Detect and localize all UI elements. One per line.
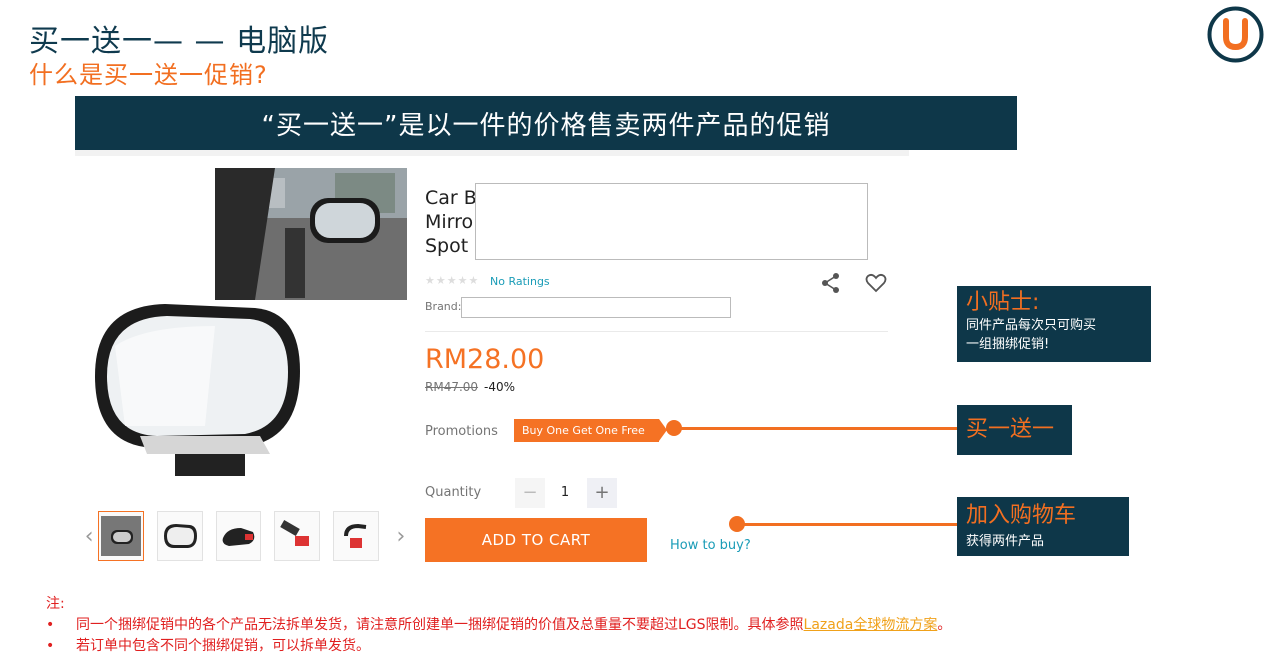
current-price: RM28.00 (425, 344, 545, 375)
note-2-text: 若订单中包含不同个捆绑促销，可以拆单发货。 (76, 638, 370, 654)
note-1-end: 。 (937, 617, 952, 633)
quantity-label: Quantity (425, 485, 482, 500)
discount-percent: -40% (484, 380, 516, 394)
promo-badge[interactable]: Buy One Get One Free (514, 419, 667, 442)
note-1-text: 同一个捆绑促销中的各个产品无法拆单发货，请注意所创建单一捆绑促销的价值及总重量不… (76, 617, 804, 633)
u-logo-icon (1207, 6, 1264, 63)
share-icon[interactable] (821, 272, 841, 294)
how-to-buy-link[interactable]: How to buy? (670, 538, 751, 553)
bullet: • (46, 638, 55, 654)
promo-banner: “买一送一”是以一件的价格售卖两件产品的促销 (75, 96, 1017, 150)
thumbnail-2[interactable] (156, 511, 203, 561)
quantity-input[interactable]: 1 (553, 478, 577, 508)
thumbnail-1[interactable] (98, 511, 144, 561)
divider (425, 331, 888, 332)
tip-body-line-1: 同件产品每次只可购买 (966, 318, 1097, 333)
connector-line-cart (737, 523, 957, 526)
rating-link[interactable]: No Ratings (490, 275, 550, 288)
thumbnail-4[interactable] (274, 511, 321, 561)
page-title: 买一送一— — 电脑版 (29, 24, 330, 59)
connector-line-promo (674, 427, 957, 430)
quantity-increase-button[interactable]: + (587, 478, 617, 508)
tip-body-line-2: 一组捆绑促销! (966, 337, 1050, 352)
cart-callout-body: 获得两件产品 (966, 534, 1045, 549)
bogo-callout: 买一送一 (957, 405, 1072, 455)
add-to-cart-callout: 加入购物车 获得两件产品 (957, 497, 1129, 556)
rating-stars-icon: ★★★★★ (425, 274, 480, 287)
product-page-screenshot: ‹ › Car B Mirro Spot ★★★★★ No Ratings Br… (75, 150, 909, 580)
notes-section: 注: • 同一个捆绑促销中的各个产品无法拆单发货，请注意所创建单一捆绑促销的价值… (46, 594, 1256, 657)
page-subtitle: 什么是买一送一促销? (29, 61, 268, 89)
thumb-prev-button[interactable]: ‹ (80, 516, 98, 556)
bullet: • (46, 617, 55, 633)
original-price: RM47.00 (425, 380, 479, 394)
note-item: • 同一个捆绑促销中的各个产品无法拆单发货，请注意所创建单一捆绑促销的价值及总重… (46, 615, 1256, 636)
mirror-in-car-photo (215, 168, 407, 300)
brand-label: Brand: (425, 300, 462, 313)
heart-icon[interactable] (865, 272, 887, 294)
thumbnail-strip: ‹ › (80, 510, 410, 562)
quantity-decrease-button[interactable]: − (515, 478, 545, 508)
redacted-brand-box (461, 297, 731, 318)
thumbnail-5[interactable] (333, 511, 379, 561)
redacted-title-box (475, 183, 868, 260)
thumb-next-button[interactable]: › (392, 516, 410, 556)
note-item: • 若订单中包含不同个捆绑促销，可以拆单发货。 (46, 636, 1256, 657)
tip-title: 小贴士: (966, 290, 1040, 315)
logistics-link[interactable]: Lazada全球物流方案 (804, 617, 938, 633)
notes-label: 注: (46, 596, 65, 612)
thumbnail-3[interactable] (215, 511, 262, 561)
add-to-cart-button[interactable]: ADD TO CART (425, 518, 647, 562)
blind-spot-mirror-photo (95, 304, 300, 476)
tip-callout: 小贴士: 同件产品每次只可购买 一组捆绑促销! (957, 286, 1151, 362)
cart-callout-title: 加入购物车 (966, 503, 1077, 528)
promotions-label: Promotions (425, 424, 498, 439)
